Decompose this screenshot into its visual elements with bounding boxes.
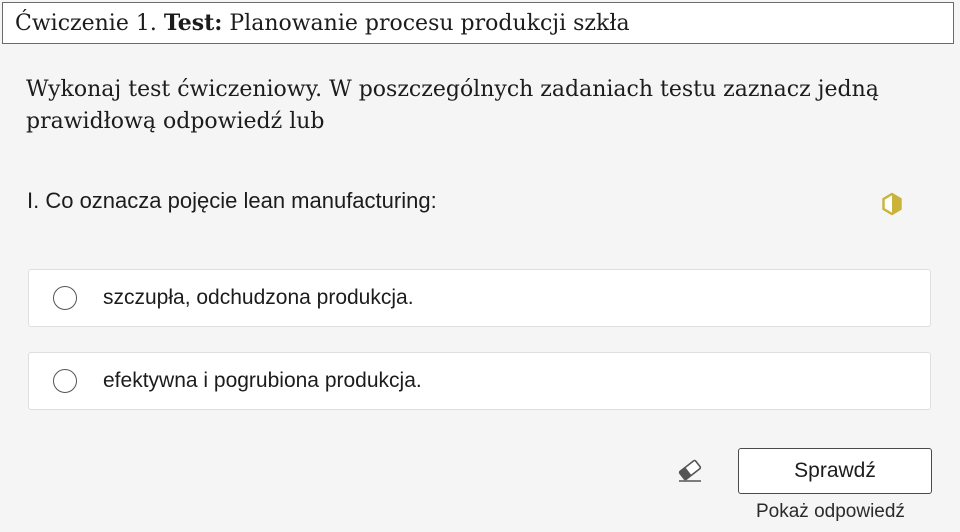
- answer-option-1-label: szczupła, odchudzona produkcja.: [103, 286, 414, 309]
- eraser-icon[interactable]: [676, 457, 704, 483]
- answer-option-2-radio[interactable]: [53, 369, 77, 393]
- check-button[interactable]: Sprawdź: [738, 448, 932, 494]
- exercise-number: Ćwiczenie 1.: [15, 10, 157, 36]
- exercise-page: Ćwiczenie 1. Test: Planowanie procesu pr…: [0, 0, 960, 532]
- exercise-type: Test:: [163, 10, 223, 36]
- show-answer-link[interactable]: Pokaż odpowiedź: [756, 501, 905, 523]
- exercise-title: Planowanie procesu produkcji szkła: [229, 10, 630, 36]
- answer-option-2-label: efektywna i pogrubiona produkcja.: [103, 369, 422, 392]
- instructions-text: Wykonaj test ćwiczeniowy. W poszczególny…: [26, 77, 879, 134]
- exercise-header: Ćwiczenie 1. Test: Planowanie procesu pr…: [2, 2, 954, 44]
- answer-option-1[interactable]: szczupła, odchudzona produkcja.: [28, 269, 931, 327]
- answer-option-1-radio[interactable]: [53, 286, 77, 310]
- hexagon-half-filled-icon: [882, 192, 902, 216]
- answer-option-2[interactable]: efektywna i pogrubiona produkcja.: [28, 352, 931, 410]
- question-text: I. Co oznacza pojęcie lean manufacturing…: [27, 188, 437, 213]
